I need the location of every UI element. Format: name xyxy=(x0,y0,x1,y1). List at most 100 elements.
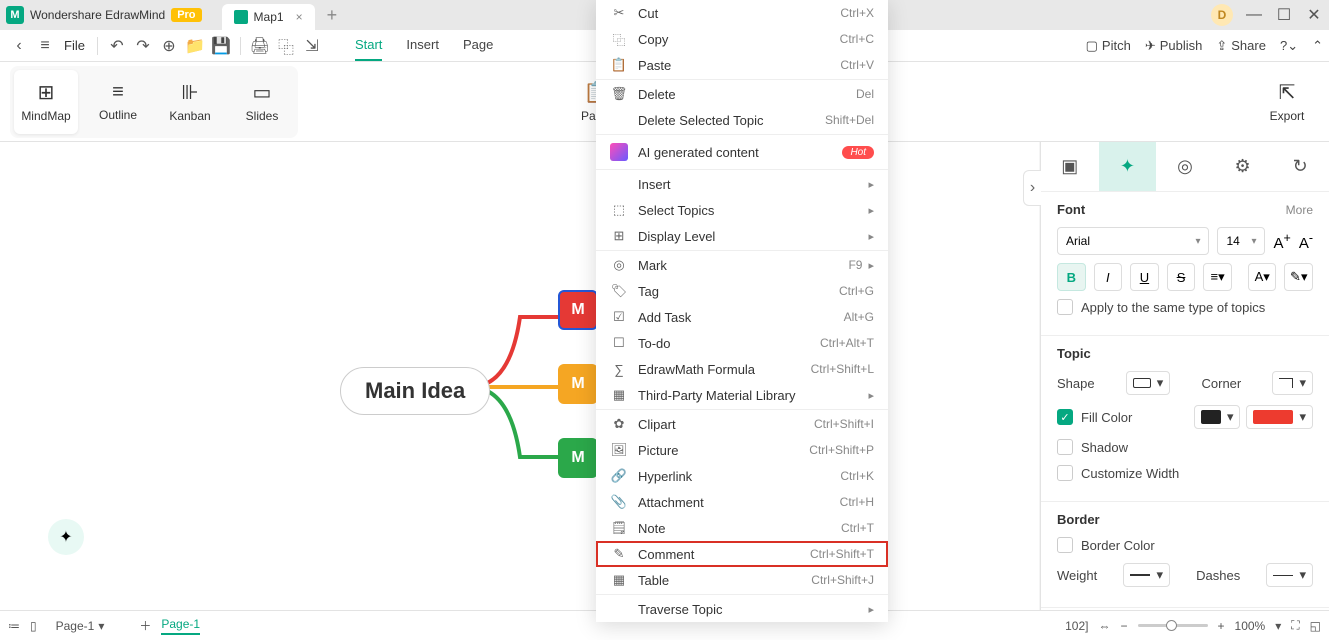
collapse-panel-button[interactable]: › xyxy=(1023,170,1041,206)
panel-tab-mark[interactable]: ◎ xyxy=(1156,142,1214,191)
font-size-select[interactable]: 14▾ xyxy=(1217,227,1265,255)
menu-tab-start[interactable]: Start xyxy=(355,30,382,61)
menu-item-attachment[interactable]: 📎AttachmentCtrl+H xyxy=(596,489,888,515)
fill-pattern-select[interactable]: ▾ xyxy=(1194,405,1241,429)
panel-tab-style[interactable]: ✦ xyxy=(1099,142,1157,191)
font-family-select[interactable]: Arial▾ xyxy=(1057,227,1209,255)
add-page-button[interactable]: ＋ xyxy=(139,617,151,634)
align-button[interactable]: ≡▾ xyxy=(1203,263,1232,291)
minimize-button[interactable]: — xyxy=(1245,6,1263,24)
italic-button[interactable]: I xyxy=(1094,263,1123,291)
border-color-checkbox[interactable] xyxy=(1057,537,1073,553)
menu-item-add-task[interactable]: ☑Add TaskAlt+G xyxy=(596,304,888,330)
maximize-button[interactable]: ☐ xyxy=(1275,6,1293,24)
menu-item-note[interactable]: 🗒NoteCtrl+T xyxy=(596,515,888,541)
underline-button[interactable]: U xyxy=(1130,263,1159,291)
panel-tab-settings[interactable]: ⚙ xyxy=(1214,142,1272,191)
menu-item-mark[interactable]: ◎MarkF9▸ xyxy=(596,252,888,278)
fill-color-select[interactable]: ▾ xyxy=(1246,405,1313,429)
shadow-checkbox[interactable] xyxy=(1057,439,1073,455)
menu-item-select-topics[interactable]: ⬚Select Topics▸ xyxy=(596,197,888,223)
menu-item-picture[interactable]: 🖼PictureCtrl+Shift+P xyxy=(596,437,888,463)
bold-button[interactable]: B xyxy=(1057,263,1086,291)
new-tab-button[interactable]: + xyxy=(327,5,338,30)
dashes-select[interactable]: ▾ xyxy=(1266,563,1313,587)
split-view-icon[interactable]: ▯ xyxy=(30,619,37,633)
menu-item-delete-selected-topic[interactable]: Delete Selected TopicShift+Del xyxy=(596,107,888,133)
view-outline[interactable]: ≡Outline xyxy=(86,70,150,134)
panel-tab-layout[interactable]: ▣ xyxy=(1041,142,1099,191)
highlight-button[interactable]: ✎▾ xyxy=(1284,263,1313,291)
copy-icon[interactable]: ⿻ xyxy=(275,35,297,57)
customize-width-checkbox[interactable] xyxy=(1057,465,1073,481)
close-window-button[interactable]: ✕ xyxy=(1305,6,1323,24)
shape-select[interactable]: ▾ xyxy=(1126,371,1171,395)
menu-item-paste[interactable]: 📋PasteCtrl+V xyxy=(596,52,888,78)
zoom-out-button[interactable]: − xyxy=(1120,619,1127,633)
pitch-button[interactable]: ▢Pitch xyxy=(1086,38,1131,54)
fullscreen-icon[interactable]: ⛶ xyxy=(1291,618,1299,633)
topic-2[interactable]: M xyxy=(558,364,598,404)
page-select[interactable]: Page-1 ▾ xyxy=(47,616,130,636)
main-idea-node[interactable]: Main Idea xyxy=(340,367,490,415)
font-color-button[interactable]: A▾ xyxy=(1248,263,1277,291)
open-folder-icon[interactable]: 📁 xyxy=(184,35,206,57)
menu-item-delete[interactable]: 🗑DeleteDel xyxy=(596,81,888,107)
apply-same-checkbox[interactable] xyxy=(1057,299,1073,315)
topic-3[interactable]: M xyxy=(558,438,598,478)
weight-select[interactable]: ▾ xyxy=(1123,563,1170,587)
menu-item-table[interactable]: ▦TableCtrl+Shift+J xyxy=(596,567,888,593)
page-tab[interactable]: Page-1 xyxy=(161,617,200,635)
menu-item-tag[interactable]: 🏷TagCtrl+G xyxy=(596,278,888,304)
menu-item-edrawmath-formula[interactable]: ∑EdrawMath FormulaCtrl+Shift+L xyxy=(596,356,888,382)
menu-item-clipart[interactable]: ✿ClipartCtrl+Shift+I xyxy=(596,411,888,437)
export-button[interactable]: ⇱Export xyxy=(1255,70,1319,134)
help-button[interactable]: ?⌄ xyxy=(1280,38,1298,54)
menu-item-copy[interactable]: ⿻CopyCtrl+C xyxy=(596,26,888,52)
menu-item-hyperlink[interactable]: 🔗HyperlinkCtrl+K xyxy=(596,463,888,489)
menu-item-cut[interactable]: ✂CutCtrl+X xyxy=(596,0,888,26)
redo-icon[interactable]: ↷ xyxy=(132,35,154,57)
save-icon[interactable]: 💾 xyxy=(210,35,232,57)
menu-tab-insert[interactable]: Insert xyxy=(406,30,439,61)
fit-page-icon[interactable]: ◱ xyxy=(1310,619,1321,633)
close-tab-icon[interactable]: × xyxy=(296,10,303,24)
menu-item-traverse-topic[interactable]: Traverse Topic▸ xyxy=(596,596,888,622)
menu-item-third-party-material-library[interactable]: ▦Third-Party Material Library▸ xyxy=(596,382,888,408)
menu-item-comment[interactable]: ✎CommentCtrl+Shift+T xyxy=(596,541,888,567)
fit-width-icon[interactable]: ⇔ xyxy=(1098,619,1110,633)
user-avatar[interactable]: D xyxy=(1211,4,1233,26)
file-menu[interactable]: File xyxy=(64,38,85,53)
decrease-font-button[interactable]: A- xyxy=(1299,231,1313,252)
strikethrough-button[interactable]: S xyxy=(1167,263,1196,291)
zoom-slider[interactable] xyxy=(1138,624,1208,627)
back-icon[interactable]: ‹ xyxy=(8,35,30,57)
view-kanban[interactable]: ⊪Kanban xyxy=(158,70,222,134)
corner-select[interactable]: ▾ xyxy=(1272,371,1313,395)
menu-item-display-level[interactable]: ⊞Display Level▸ xyxy=(596,223,888,249)
view-mindmap[interactable]: ⊞MindMap xyxy=(14,70,78,134)
menu-item-to-do[interactable]: ☐To-doCtrl+Alt+T xyxy=(596,330,888,356)
print-icon[interactable]: 🖨 xyxy=(249,35,271,57)
panel-tab-history[interactable]: ↻ xyxy=(1271,142,1329,191)
topic-1[interactable]: M xyxy=(558,290,598,330)
view-slides[interactable]: ▭Slides xyxy=(230,70,294,134)
font-more-link[interactable]: More xyxy=(1286,203,1313,217)
ai-float-button[interactable]: ✦ xyxy=(48,519,84,555)
export-dropdown-icon[interactable]: ⇲ xyxy=(301,35,323,57)
menu-icon[interactable]: ≡ xyxy=(34,35,56,57)
menu-tab-page[interactable]: Page xyxy=(463,30,493,61)
fill-color-checkbox[interactable]: ✓ xyxy=(1057,409,1073,425)
collapse-ribbon-icon[interactable]: ⌃ xyxy=(1312,38,1323,54)
outline-view-icon[interactable]: ≔ xyxy=(8,619,20,633)
publish-button[interactable]: ✈Publish xyxy=(1145,38,1203,54)
zoom-thumb[interactable] xyxy=(1166,620,1177,631)
share-button[interactable]: ⇪Share xyxy=(1216,38,1266,54)
increase-font-button[interactable]: A+ xyxy=(1273,231,1290,252)
new-file-icon[interactable]: ⊕ xyxy=(158,35,180,57)
menu-ai-content[interactable]: AI generated contentHot xyxy=(596,136,888,168)
doc-tab[interactable]: Map1 × xyxy=(222,4,315,30)
menu-item-insert[interactable]: Insert▸ xyxy=(596,171,888,197)
zoom-add-button[interactable]: + xyxy=(1218,619,1225,633)
undo-icon[interactable]: ↶ xyxy=(106,35,128,57)
